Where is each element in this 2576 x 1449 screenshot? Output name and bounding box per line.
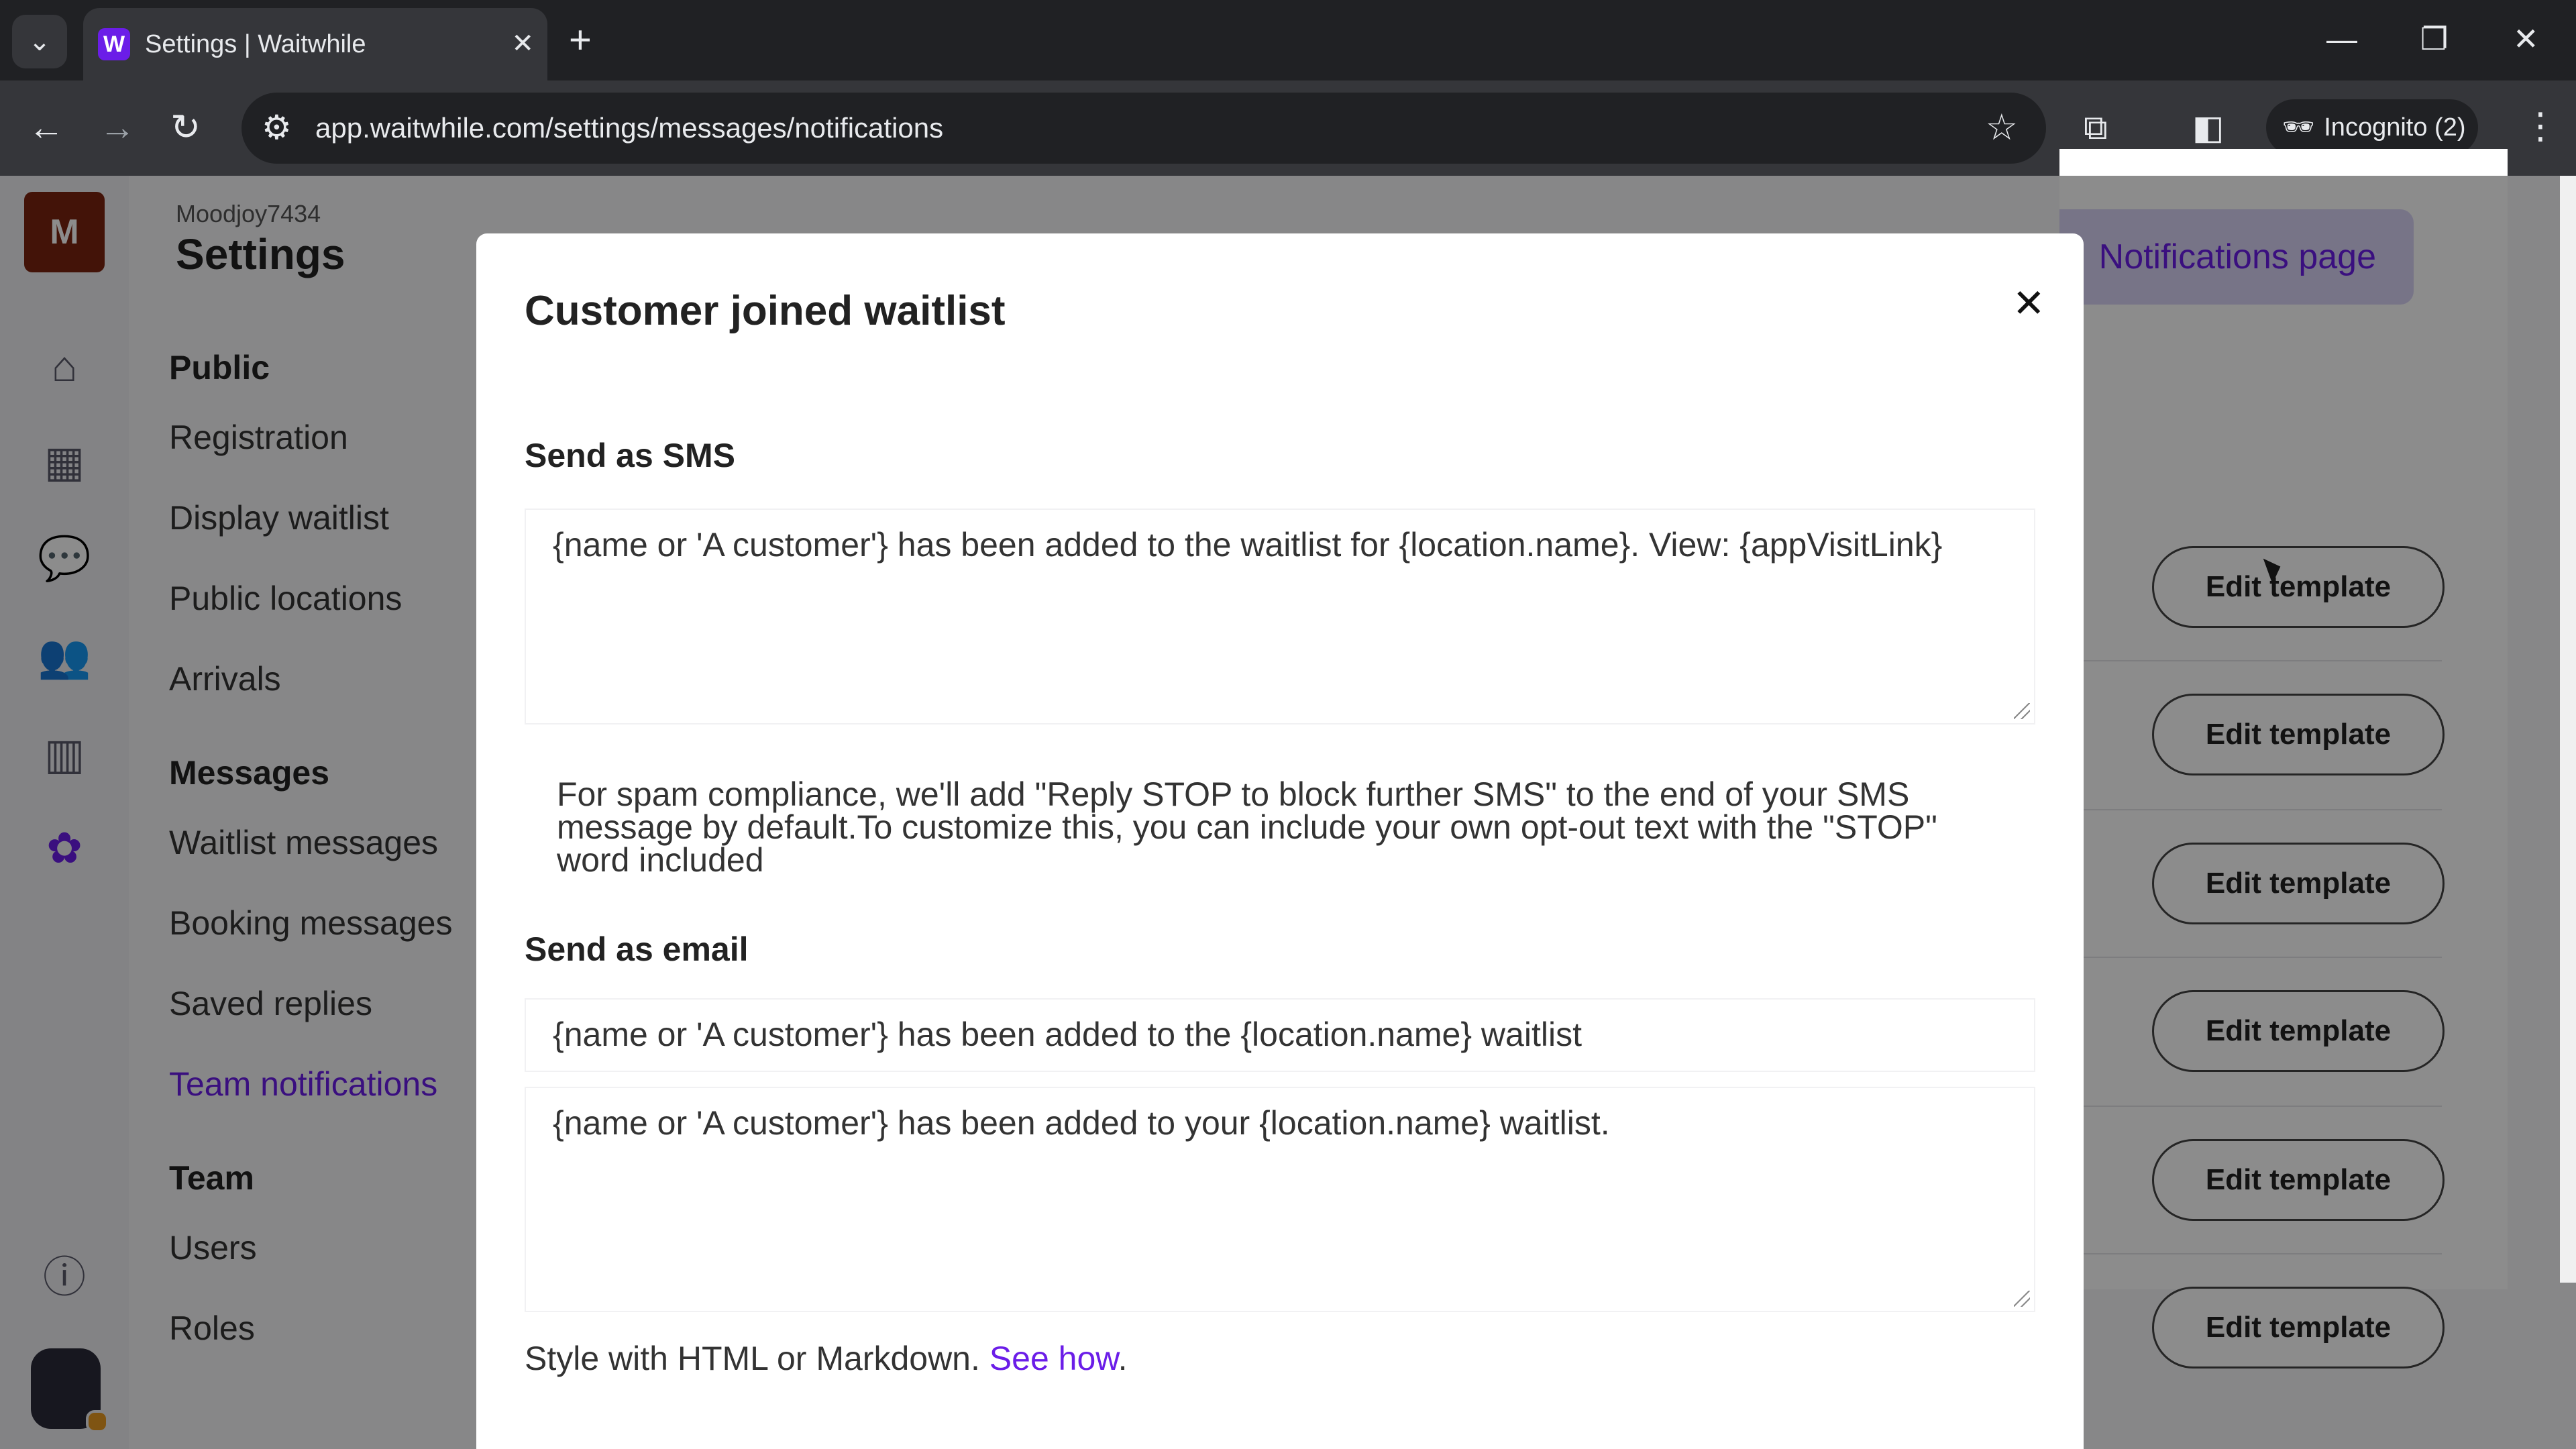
minimize-icon[interactable]: — — [2326, 19, 2357, 59]
puzzle-icon[interactable]: ⧉ — [2084, 107, 2108, 148]
email-subject-text: {name or 'A customer'} has been added to… — [553, 1016, 1582, 1053]
resize-handle[interactable] — [2014, 1291, 2030, 1307]
restore-icon[interactable]: ❐ — [2420, 19, 2448, 59]
tune-icon[interactable]: ⚙ — [262, 107, 292, 148]
arrow-right-icon[interactable]: → — [99, 107, 136, 148]
style-note-text: Style with HTML or Markdown. — [525, 1340, 980, 1377]
email-body-textarea[interactable]: {name or 'A customer'} has been added to… — [525, 1087, 2035, 1312]
waitwhile-favicon-icon: W — [98, 28, 130, 60]
reload-icon[interactable]: ↻ — [170, 107, 201, 148]
address-bar[interactable]: ⚙ app.waitwhile.com/settings/messages/no… — [241, 93, 2046, 164]
email-body-text: {name or 'A customer'} has been added to… — [553, 1104, 1610, 1142]
tab-title: Settings | Waitwhile — [145, 30, 366, 58]
sms-compliance-note: For spam compliance, we'll add "Reply ST… — [557, 775, 1937, 879]
incognito-profile-button[interactable]: 🕶 Incognito (2) — [2266, 99, 2478, 156]
page-scrollbar[interactable] — [2560, 176, 2576, 1283]
sms-message-text: {name or 'A customer'} has been added to… — [553, 526, 1943, 564]
more-vert-icon[interactable]: ⋮ — [2522, 106, 2559, 146]
style-help-text: Style with HTML or Markdown. See how. — [525, 1339, 1128, 1378]
style-note-period: . — [1118, 1340, 1128, 1377]
incognito-icon: 🕶 — [2282, 113, 2315, 142]
star-icon[interactable]: ☆ — [1986, 107, 2018, 148]
side-panel-icon[interactable]: ◧ — [2192, 107, 2224, 148]
sms-section-label: Send as SMS — [525, 437, 735, 474]
arrow-left-icon[interactable]: ← — [28, 107, 64, 148]
modal-title: Customer joined waitlist — [525, 288, 1006, 334]
browser-tab-bar: ⌄ W Settings | Waitwhile ✕ + — ❐ ✕ — [0, 0, 2576, 80]
close-icon[interactable]: ✕ — [511, 27, 534, 60]
edit-notification-modal: Customer joined waitlist ✕ Send as SMS {… — [476, 233, 2084, 1449]
profile-label: Incognito (2) — [2324, 113, 2466, 142]
sms-message-textarea[interactable]: {name or 'A customer'} has been added to… — [525, 508, 2035, 724]
close-icon[interactable]: ✕ — [2012, 280, 2045, 327]
email-section-label: Send as email — [525, 930, 749, 968]
chevron-down-icon[interactable]: ⌄ — [12, 15, 67, 68]
plus-icon[interactable]: + — [569, 19, 592, 62]
url-text[interactable]: app.waitwhile.com/settings/messages/noti… — [315, 111, 943, 145]
resize-handle[interactable] — [2014, 703, 2030, 719]
see-how-link[interactable]: See how — [989, 1340, 1118, 1377]
browser-tab-settings[interactable]: W Settings | Waitwhile ✕ — [83, 8, 547, 80]
close-icon[interactable]: ✕ — [2513, 19, 2539, 59]
email-subject-field[interactable]: {name or 'A customer'} has been added to… — [525, 998, 2035, 1072]
